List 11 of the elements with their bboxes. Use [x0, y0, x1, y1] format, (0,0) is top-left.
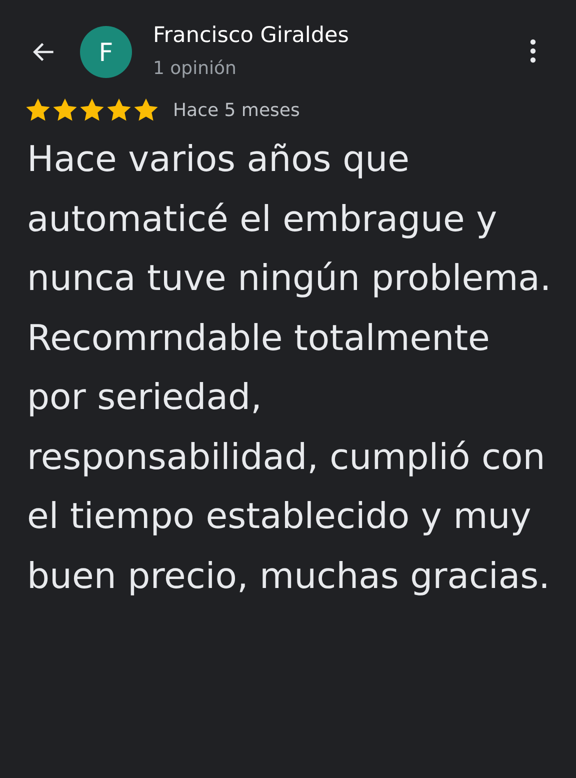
review-count: 1 opinión: [153, 58, 236, 79]
star-icon: [79, 98, 105, 122]
star-icon: [106, 98, 132, 122]
review-time: Hace 5 meses: [173, 100, 300, 120]
avatar: F: [80, 26, 132, 78]
star-icon: [25, 98, 51, 122]
reviewer-name: Francisco Giraldes: [153, 22, 349, 50]
star-icon: [133, 98, 159, 122]
star-icon: [52, 98, 78, 122]
review-text: Hace varios años que automaticé el embrague y nunca tuve ningún problema. Recomrndable totalmente por seriedad, responsabilidad, cumplió con el tiempo establecido y muy buen precio, muchas gracias.: [27, 138, 552, 598]
more-options-icon[interactable]: [528, 38, 538, 64]
